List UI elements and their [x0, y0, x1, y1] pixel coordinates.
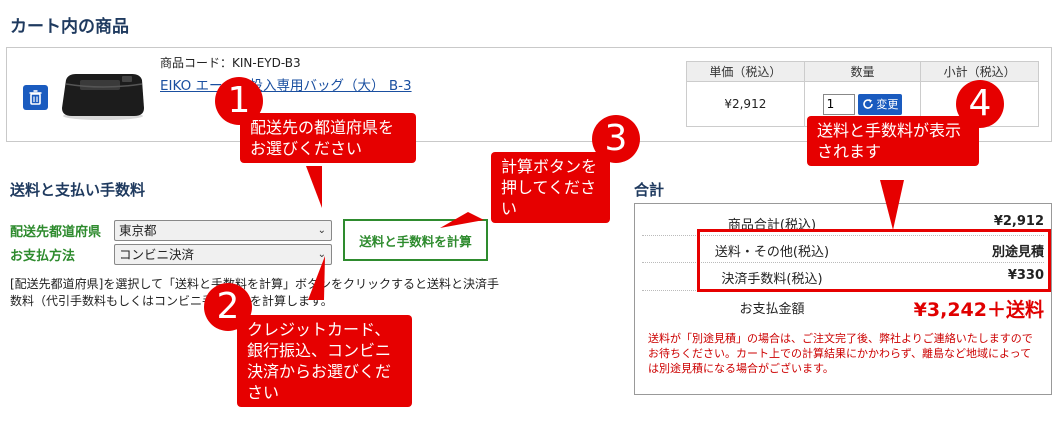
- callout-1: 配送先の都道府県をお選びください: [240, 113, 416, 163]
- callout-2-text: クレジットカード、銀行振込、コンビニ決済からお選びください: [247, 320, 392, 402]
- callout-3-number: 3: [592, 115, 640, 163]
- callout-2: クレジットカード、銀行振込、コンビニ決済からお選びください: [237, 315, 412, 407]
- callout-2-number: 2: [204, 283, 252, 331]
- callout-4-number: 4: [956, 80, 1004, 128]
- callout-3: 計算ボタンを押してください: [491, 152, 610, 223]
- callout-1-text: 配送先の都道府県をお選びください: [250, 118, 395, 158]
- callout-1-number: 1: [215, 77, 263, 125]
- callout-3-text: 計算ボタンを押してください: [501, 157, 598, 218]
- callout-4-text: 送料と手数料が表示されます: [817, 121, 962, 161]
- callout-4: 送料と手数料が表示されます: [807, 116, 979, 166]
